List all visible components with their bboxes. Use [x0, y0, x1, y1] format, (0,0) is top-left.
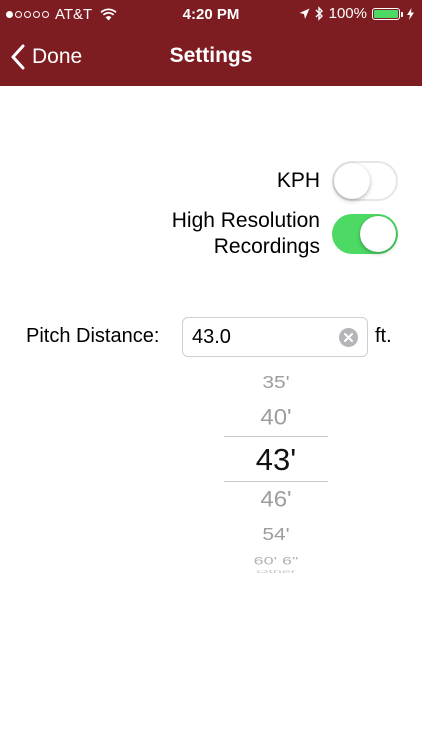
kph-row: KPH	[277, 161, 398, 201]
toggle-knob	[334, 163, 370, 199]
battery-percent: 100%	[328, 5, 367, 22]
picker-option[interactable]: 60' 6"	[224, 554, 328, 567]
pitch-distance-picker[interactable]: 35' 40' 43' 46' 54' 60' 6" Other	[224, 366, 328, 578]
bluetooth-icon	[315, 6, 323, 21]
top-bar: AT&T 4:20 PM 100% Done Settings	[0, 0, 422, 86]
location-arrow-icon	[299, 8, 310, 19]
high-resolution-label-line2: Recordings	[213, 235, 320, 258]
kph-label: KPH	[276, 169, 320, 192]
charging-bolt-icon	[407, 7, 414, 20]
pitch-distance-row: Pitch Distance: ft.	[0, 316, 422, 358]
picker-option[interactable]: 40'	[224, 404, 328, 432]
pitch-distance-unit: ft.	[375, 325, 392, 347]
kph-toggle[interactable]	[332, 161, 398, 201]
battery-level	[374, 9, 398, 18]
pitch-distance-label: Pitch Distance:	[26, 325, 160, 347]
high-resolution-label: High Resolution Recordings	[172, 208, 320, 260]
status-right: 100%	[299, 5, 414, 22]
status-bar: AT&T 4:20 PM 100%	[0, 0, 422, 30]
high-resolution-toggle[interactable]	[332, 214, 398, 254]
picker-option[interactable]: Other	[224, 570, 328, 574]
picker-option[interactable]: 54'	[224, 524, 328, 545]
picker-option-selected[interactable]: 43'	[224, 440, 328, 480]
battery-icon	[372, 7, 403, 20]
clear-input-button[interactable]	[339, 328, 358, 347]
high-resolution-row: High Resolution Recordings	[172, 208, 398, 260]
picker-option[interactable]: 46'	[224, 486, 328, 514]
toggle-knob	[360, 216, 396, 252]
page-title: Settings	[169, 44, 253, 67]
picker-selection-line-top	[224, 436, 328, 437]
clear-circle-icon	[344, 333, 353, 342]
picker-option[interactable]: 35'	[224, 372, 328, 393]
picker-selection-line-bottom	[224, 481, 328, 482]
high-resolution-label-line1: High Resolution	[171, 209, 320, 232]
nav-bar: Done Settings	[0, 30, 422, 86]
